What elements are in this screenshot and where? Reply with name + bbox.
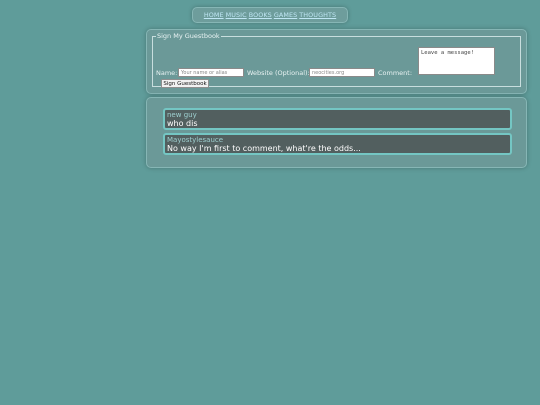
name-label: Name: [156,69,178,77]
entry-author: new guy [167,111,197,119]
nav-link-books[interactable]: BOOKS [249,11,272,19]
nav-link-music[interactable]: MUSIC [226,11,247,19]
comment-label: Comment: [378,69,413,77]
top-nav: HOME MUSIC BOOKS GAMES THOUGHTS [192,7,348,23]
nav-link-games[interactable]: GAMES [274,11,297,19]
entry-author: Mayostylesauce [167,136,224,144]
nav-link-home[interactable]: HOME [204,11,224,19]
guestbook-entry: Mayostylesauce No way I'm first to comme… [163,133,512,155]
name-input[interactable] [178,68,244,77]
website-input[interactable] [309,68,375,77]
entry-message: No way I'm first to comment, what're the… [167,144,361,153]
sign-guestbook-button[interactable]: Sign Guestbook [161,79,209,88]
entry-message: who dis [167,119,198,128]
nav-link-thoughts[interactable]: THOUGHTS [299,11,336,19]
guestbook-fieldset: Sign My Guestbook Name: Website (Optiona… [152,32,521,88]
guestbook-entry: new guy who dis [163,108,512,130]
comment-textarea[interactable] [418,47,495,75]
guestbook-form-panel: Sign My Guestbook Name: Website (Optiona… [146,29,527,94]
guestbook-entries-panel: new guy who dis Mayostylesauce No way I'… [146,97,527,168]
website-label: Website (Optional): [247,69,310,77]
guestbook-legend: Sign My Guestbook [157,32,220,40]
